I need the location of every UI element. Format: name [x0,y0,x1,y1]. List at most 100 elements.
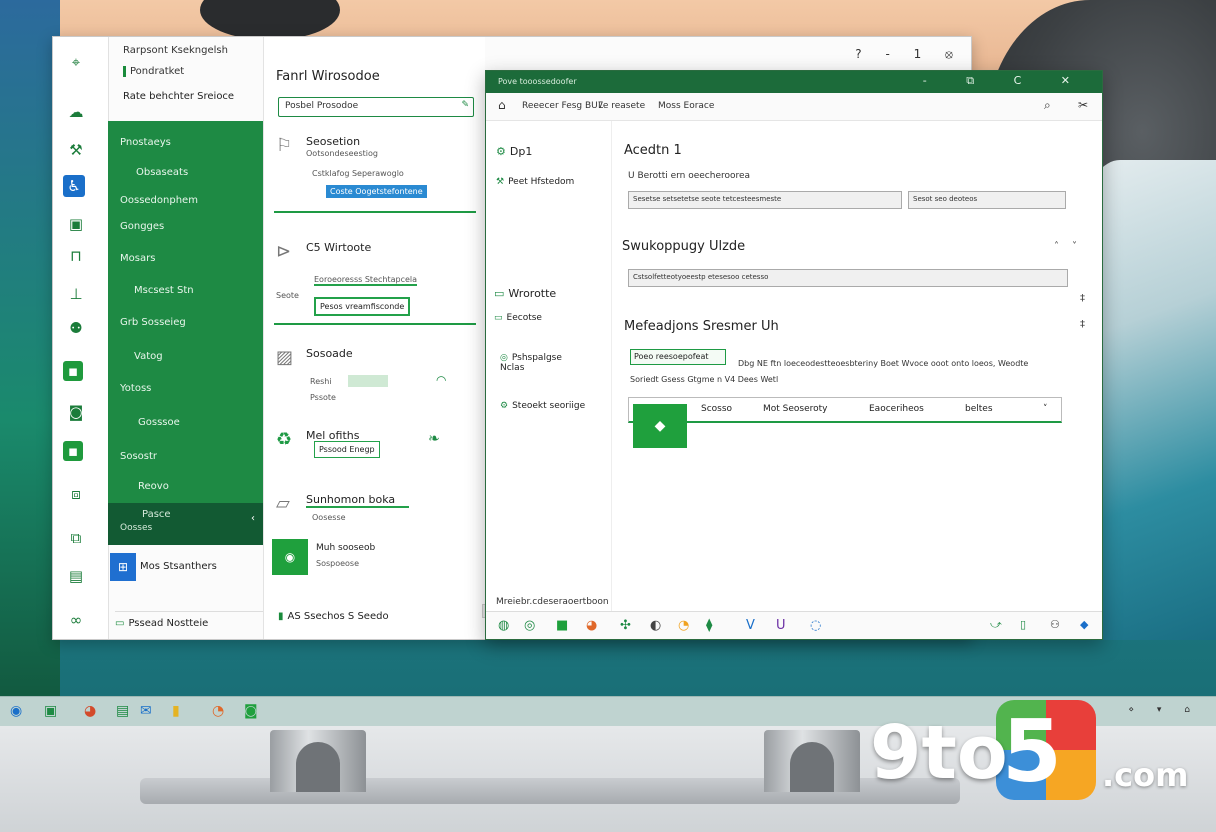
logo-number: 5 [1002,702,1062,802]
pin-icon[interactable]: ⊥ [63,283,89,305]
nav-item[interactable]: Gosssoe [138,417,180,428]
network-icon[interactable]: ⧉ [63,527,89,549]
bottom-link[interactable]: ▭ Pssead Nostteie [115,611,263,629]
more-icon[interactable]: ‡ [1080,319,1085,330]
display-icon[interactable]: ▣ [63,213,89,235]
text-field[interactable]: Sesot seo deoteos [908,191,1066,209]
nav-item-selected[interactable]: Pasce Oosses ‹ [108,503,263,545]
chevron-left-icon[interactable]: ‹ [251,513,255,524]
home-icon[interactable]: ⌂ [498,98,506,112]
nav-item[interactable]: Mscsest Stn [134,285,194,296]
chat-icon[interactable]: ◌ [810,618,821,633]
sidebar-item[interactable]: ▭ Eecotse [494,313,542,323]
puzzle-icon[interactable]: ✣ [620,618,631,633]
toolbar-item[interactable]: Le reasete [598,101,645,111]
pin-icon[interactable]: ✂ [1078,98,1088,112]
card-action-button[interactable]: Coste Oogetstefontene [326,185,427,198]
titlebar[interactable]: Pove tooossedoofer - ⧉ C ✕ [486,71,1102,93]
cloud-icon[interactable]: ☁ [63,101,89,123]
window-controls[interactable]: ? - 1 ⦻ [855,47,963,62]
camera-icon[interactable]: ◙ [63,401,89,423]
sidebar-item-label: Eecotse [506,313,542,323]
link-icon[interactable]: ∞ [63,609,89,631]
store-icon[interactable]: ▣ [44,703,57,719]
people-icon[interactable]: ⚇ [1050,618,1060,631]
search-icon[interactable]: ⌕ [1044,98,1051,113]
file-icon: ▱ [276,493,290,514]
store-row[interactable]: ⊞ Mos Stsanthers [108,551,263,585]
edit-icon[interactable]: ✎ [461,100,469,110]
globe-icon[interactable]: ◎ [524,618,535,633]
settings-window: Pove tooossedoofer - ⧉ C ✕ ⌂ Reeecer Fes… [485,70,1103,640]
nav-item[interactable]: Mosars [120,253,155,264]
accessibility-icon[interactable]: ♿ [63,175,85,197]
toolbar-item[interactable]: Reeecer Fesg BU7 [522,101,603,111]
browser-icon[interactable]: ◕ [84,703,96,719]
nav-item[interactable]: Pnostaeys [120,137,171,148]
nav-item[interactable]: Grb Sosseieg [120,317,186,328]
u-icon[interactable]: U [776,618,786,633]
device-icon[interactable]: ▯ [1020,618,1026,631]
v-icon[interactable]: V [746,618,755,633]
sidebar-item[interactable]: ▭ Wrorotte [494,287,556,300]
settings-card[interactable]: ▱ Sunhomon boka Oosesse [276,493,476,533]
shield-icon[interactable]: ◐ [650,618,661,633]
layers-icon[interactable]: ⧫ [706,618,712,633]
shield-icon[interactable]: ◆ [1080,618,1088,631]
card-action-button[interactable]: Pesos vreamfisconde [314,297,411,316]
window-controls[interactable]: - ⧉ C ✕ [923,74,1088,88]
people-icon[interactable]: ⚉ [63,317,89,339]
settings-card[interactable]: ◉ Muh sooseob Sospoeose [272,539,476,581]
nav-item[interactable]: Yotoss [120,383,151,394]
tools-icon[interactable]: ⚒ [63,139,89,161]
checkbox[interactable]: Poeo reesoepofeat [630,349,726,365]
toolbar-item[interactable]: Moss Eorace [658,101,714,111]
chevron-up-icon[interactable]: ˄ [1054,241,1059,252]
nav-item[interactable]: Vatog [134,351,163,362]
settings-card[interactable]: ♻ Mel ofiths Pssood Enegp ❧ [276,429,476,469]
text-field[interactable]: Sesetse setsetetse seote tetcesteesmeste [628,191,902,209]
sidebar-item[interactable]: ⚒ Peet Hfstedom [496,177,574,187]
chevron-down-icon[interactable]: ˅ [1043,404,1048,414]
shield-icon: ◆ [633,404,687,448]
nav-item[interactable]: Oossedonphem [120,195,198,206]
settings-card[interactable]: ▨ Sosoade Reshi Pssote ◠ [276,347,476,407]
card-field[interactable]: Eoroeoresss Stechtapcela [314,275,418,286]
sidebar-item[interactable]: ◎ Pshspalgse Nclas [500,353,580,373]
link-icon[interactable]: ⤻ [990,618,1002,632]
photos-icon[interactable]: ▤ [116,703,129,719]
panel-footer[interactable]: ▮ AS Ssechos S Seedo [278,611,389,622]
folder-icon[interactable]: ▮ [172,703,180,719]
nav-item[interactable]: Reovo [138,481,169,492]
app-icon[interactable]: ▪ [63,361,83,381]
nav-item[interactable]: Sosostr [120,451,157,462]
settings-card[interactable]: ⚐ Seosetion Ootsondeseestiog Cstklafog S… [276,135,476,205]
media-icon[interactable]: ◔ [212,703,224,719]
settings-card[interactable]: ⊳ C5 Wirtoote Eoroeoresss Stechtapcela S… [276,241,476,321]
app-tile-icon: ◉ [272,539,308,575]
app-icon[interactable]: ◙ [244,703,258,719]
chevron-down-icon[interactable]: ˅ [1072,241,1077,252]
card-title: Sosoade [306,347,353,360]
square-icon[interactable]: ■ [556,618,568,633]
media-icon[interactable]: ◔ [678,618,689,633]
resize-icon[interactable]: ‡ [1080,293,1085,304]
card-action-button[interactable]: Pssood Enegp [314,441,380,458]
chair-icon[interactable]: ⊓ [63,245,89,267]
start-icon[interactable]: ◉ [10,703,22,719]
location-icon[interactable]: ⌖ [63,51,89,73]
mail-icon[interactable]: ✉ [140,703,152,719]
monitor-icon[interactable]: ⧈ [63,483,89,505]
palette-icon[interactable]: ◕ [586,618,597,633]
folder-icon[interactable]: ▤ [63,565,89,587]
toggle-indicator[interactable] [348,375,388,387]
text-field[interactable]: Cstsolfetteotyoeestp etesesoo cetesso [628,269,1068,287]
nav-item[interactable]: Gongges [120,221,164,232]
store-icon[interactable]: ▪ [63,441,83,461]
search-input[interactable]: Posbel Prosodoe ✎ [278,97,474,117]
option-combo[interactable]: ◆ Scosso Mot Seoseroty Eaoceriheos belte… [628,397,1062,448]
sidebar-item[interactable]: ⚙ Steoekt seoriige [500,401,585,411]
sidebar-item[interactable]: ⚙ Dp1 [496,145,532,158]
settings-icon[interactable]: ◍ [498,618,509,633]
nav-item[interactable]: Obsaseats [136,167,188,178]
